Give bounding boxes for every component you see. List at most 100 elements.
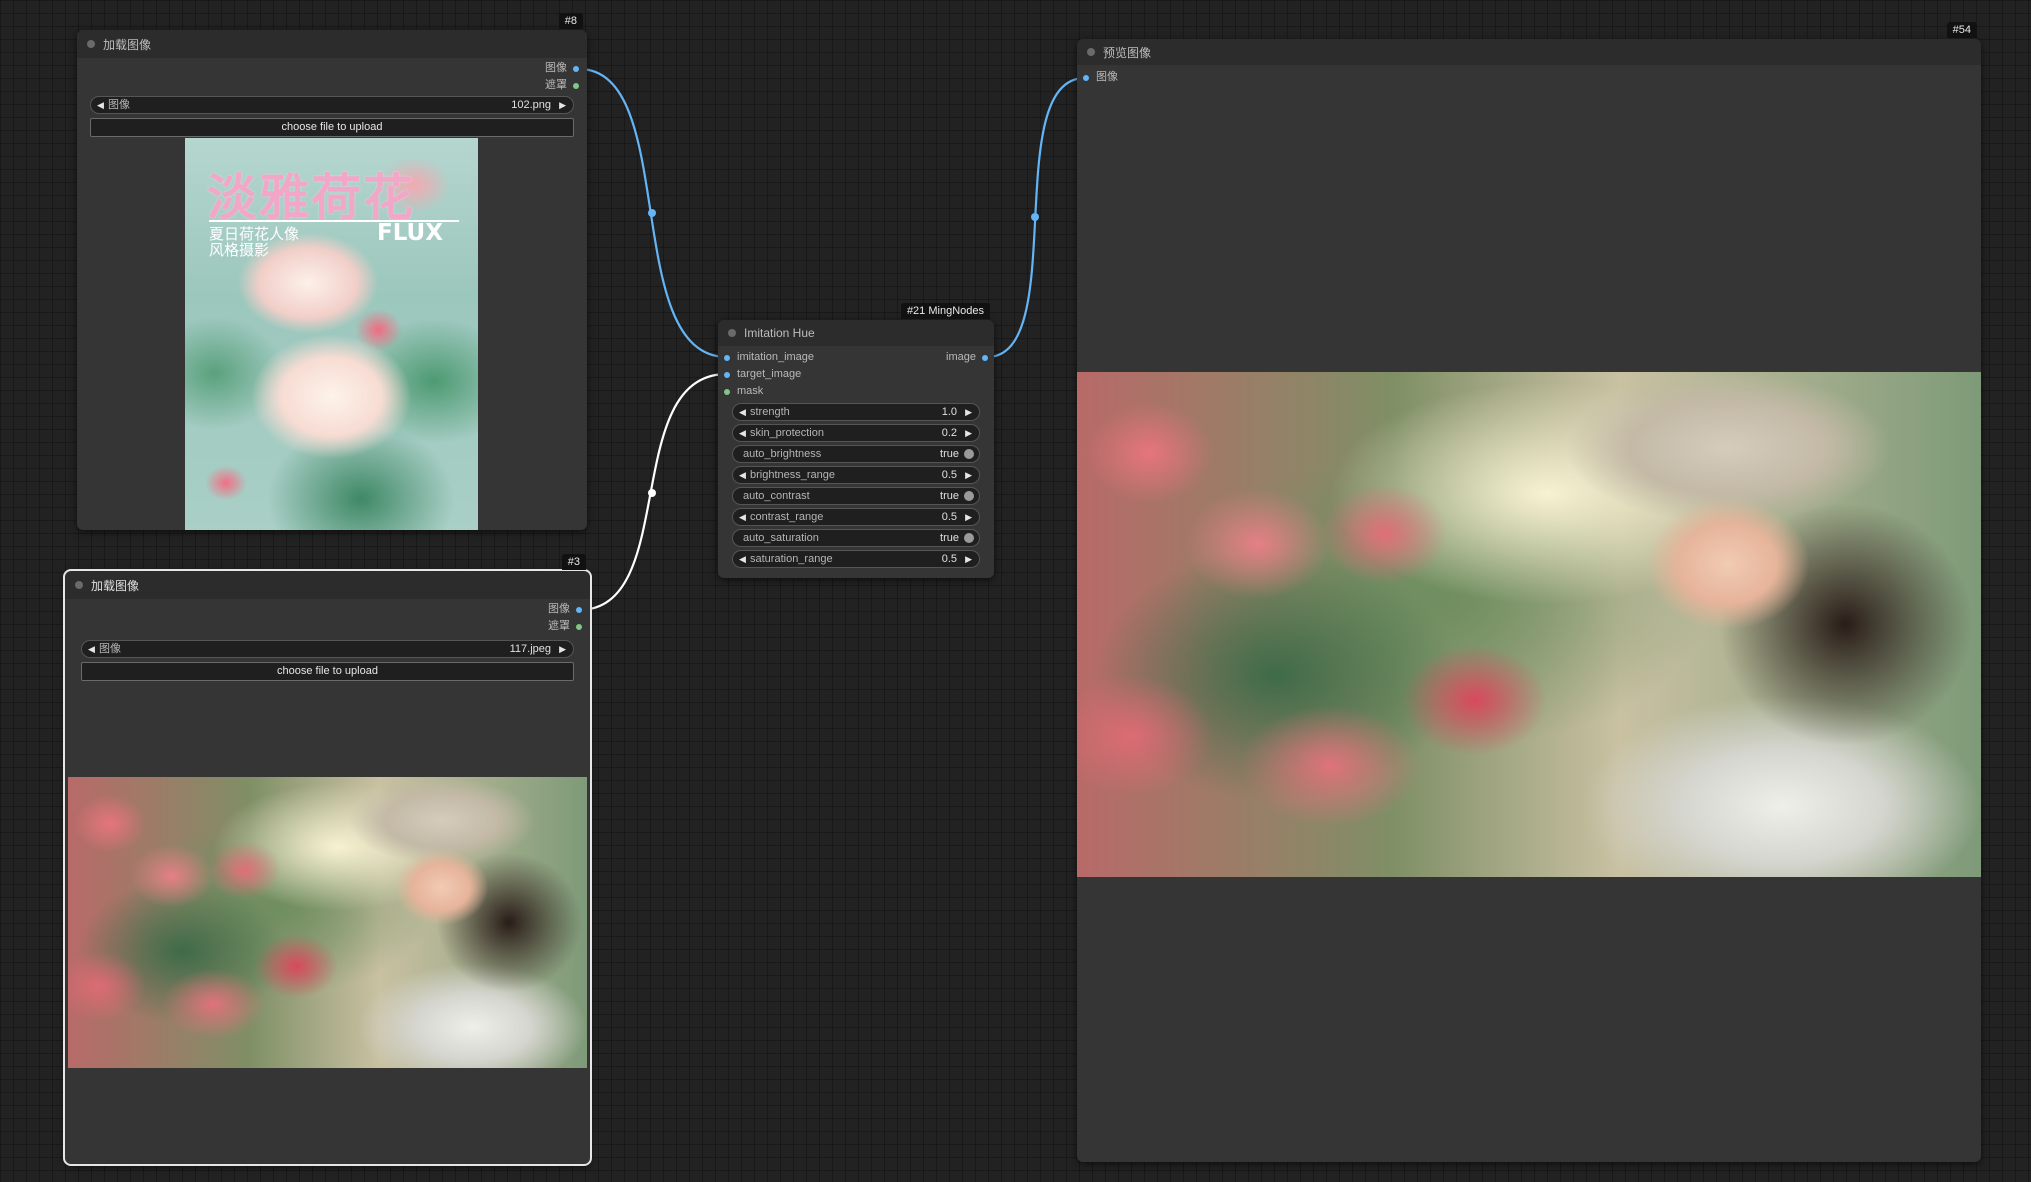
mask-slot-dot-icon[interactable] (576, 623, 582, 630)
input-slots: imitation_image target_image mask (724, 349, 814, 400)
imitation-hue-node[interactable]: #21 MingNodes Imitation Hue imitation_im… (718, 303, 994, 578)
arrow-left-icon[interactable]: ◀ (97, 97, 104, 113)
link-bottom-image-midpoint (648, 489, 656, 497)
output-slot-image[interactable]: image (946, 349, 988, 366)
upload-button[interactable]: choose file to upload (90, 118, 574, 137)
widget-name: 图像 (99, 643, 121, 655)
contrast-range-widget[interactable]: ◀ contrast_range 0.5 ▶ (732, 508, 980, 526)
image-slot-dot-icon[interactable] (982, 354, 988, 361)
skin-protection-widget[interactable]: ◀ skin_protection 0.2 ▶ (732, 424, 980, 442)
arrow-right-icon[interactable]: ▶ (965, 467, 972, 483)
upload-button[interactable]: choose file to upload (81, 662, 574, 681)
node-header[interactable]: 加载图像 (77, 30, 587, 58)
image-slot-dot-icon[interactable] (724, 354, 730, 361)
node-header[interactable]: 预览图像 (1077, 39, 1981, 65)
node-title: 加载图像 (103, 37, 152, 52)
input-slot-imitation-image[interactable]: imitation_image (724, 349, 814, 366)
arrow-right-icon[interactable]: ▶ (965, 551, 972, 567)
node-header[interactable]: Imitation Hue (718, 320, 994, 346)
output-slot-image[interactable]: 图像 (548, 601, 582, 618)
strength-widget[interactable]: ◀ strength 1.0 ▶ (732, 403, 980, 421)
brightness-range-widget[interactable]: ◀ brightness_range 0.5 ▶ (732, 466, 980, 484)
graph-canvas[interactable]: #8 加载图像 图像 遮罩 ◀ 图像 102.png ▶ choose file… (0, 0, 2031, 1182)
widget-name: skin_protection (750, 427, 824, 439)
arrow-left-icon[interactable]: ◀ (739, 404, 746, 420)
collapse-dot-icon[interactable] (75, 581, 83, 589)
toggle-knob-icon[interactable] (964, 533, 974, 543)
image-slot-dot-icon[interactable] (576, 606, 582, 613)
widget-value: 0.5 (941, 511, 957, 523)
widget-name: saturation_range (750, 553, 833, 565)
node-title: 预览图像 (1103, 45, 1152, 60)
mask-slot-dot-icon[interactable] (573, 82, 579, 89)
saturation-range-widget[interactable]: ◀ saturation_range 0.5 ▶ (732, 550, 980, 568)
widget-name: auto_saturation (743, 532, 819, 544)
widget-value: 0.2 (941, 427, 957, 439)
input-label: 图像 (1096, 71, 1118, 83)
image-select-widget[interactable]: ◀ 图像 102.png ▶ (90, 96, 574, 114)
arrow-right-icon[interactable]: ▶ (965, 404, 972, 420)
widget-value: true (940, 490, 959, 502)
toggle-knob-icon[interactable] (964, 491, 974, 501)
widget-value: 0.5 (941, 469, 957, 481)
link-imitation-output-midpoint (1031, 213, 1039, 221)
image-slot-dot-icon[interactable] (573, 65, 579, 72)
widget-name: strength (750, 406, 790, 418)
preview-image-photo (68, 777, 587, 1068)
arrow-left-icon[interactable]: ◀ (739, 467, 746, 483)
auto-contrast-toggle[interactable]: auto_contrast true (732, 487, 980, 505)
node-title: 加载图像 (91, 578, 140, 593)
widget-value: 0.5 (941, 553, 957, 565)
input-label: imitation_image (737, 351, 815, 363)
input-slot-target-image[interactable]: target_image (724, 366, 814, 383)
node-header[interactable]: 加载图像 (65, 571, 590, 599)
output-slot-mask[interactable]: 遮罩 (545, 77, 579, 94)
mask-slot-dot-icon[interactable] (724, 388, 730, 395)
output-slots: 图像 遮罩 (548, 601, 582, 635)
output-slot-image[interactable]: 图像 (545, 60, 579, 77)
arrow-left-icon[interactable]: ◀ (739, 425, 746, 441)
toggle-knob-icon[interactable] (964, 449, 974, 459)
poster-subtitle: 夏日荷花人像 风格摄影 (209, 225, 300, 259)
output-slots: 图像 遮罩 (545, 60, 579, 94)
link-top-image-to-imitation (578, 67, 728, 359)
link-bottom-image-to-target (578, 372, 728, 612)
arrow-right-icon[interactable]: ▶ (559, 641, 566, 657)
node-id-badge: #21 MingNodes (900, 303, 990, 319)
widget-name: brightness_range (750, 469, 836, 481)
poster-brand: FLUX (377, 220, 443, 246)
collapse-dot-icon[interactable] (728, 329, 736, 337)
arrow-right-icon[interactable]: ▶ (559, 97, 566, 113)
input-label: target_image (737, 368, 802, 380)
node-title: Imitation Hue (744, 326, 815, 340)
preview-output-image (1077, 372, 1981, 877)
load-image-node-bottom[interactable]: #3 加载图像 图像 遮罩 ◀ 图像 117.jpeg ▶ choose fil… (63, 554, 592, 1166)
link-top-image-midpoint (648, 209, 656, 217)
node-id-badge: #8 (558, 13, 583, 29)
widget-value: true (940, 448, 959, 460)
arrow-left-icon[interactable]: ◀ (739, 509, 746, 525)
auto-saturation-toggle[interactable]: auto_saturation true (732, 529, 980, 547)
preview-image-node[interactable]: #54 预览图像 图像 (1077, 22, 1981, 1162)
arrow-right-icon[interactable]: ▶ (965, 509, 972, 525)
input-slot-image[interactable]: 图像 (1083, 69, 1118, 86)
node-id-badge: #54 (1946, 22, 1977, 38)
auto-brightness-toggle[interactable]: auto_brightness true (732, 445, 980, 463)
input-slot-mask[interactable]: mask (724, 383, 814, 400)
widget-name: auto_brightness (743, 448, 822, 460)
preview-image-poster: 淡雅荷花 夏日荷花人像 风格摄影 FLUX (185, 138, 478, 530)
image-slot-dot-icon[interactable] (1083, 74, 1089, 81)
image-select-widget[interactable]: ◀ 图像 117.jpeg ▶ (81, 640, 574, 658)
output-label: 遮罩 (548, 620, 570, 632)
output-slots: image (946, 349, 988, 366)
output-label: 遮罩 (545, 79, 567, 91)
widget-value: true (940, 532, 959, 544)
load-image-node-top[interactable]: #8 加载图像 图像 遮罩 ◀ 图像 102.png ▶ choose file… (77, 13, 587, 530)
arrow-right-icon[interactable]: ▶ (965, 425, 972, 441)
output-slot-mask[interactable]: 遮罩 (548, 618, 582, 635)
arrow-left-icon[interactable]: ◀ (739, 551, 746, 567)
arrow-left-icon[interactable]: ◀ (88, 641, 95, 657)
image-slot-dot-icon[interactable] (724, 371, 730, 378)
collapse-dot-icon[interactable] (1087, 48, 1095, 56)
collapse-dot-icon[interactable] (87, 40, 95, 48)
